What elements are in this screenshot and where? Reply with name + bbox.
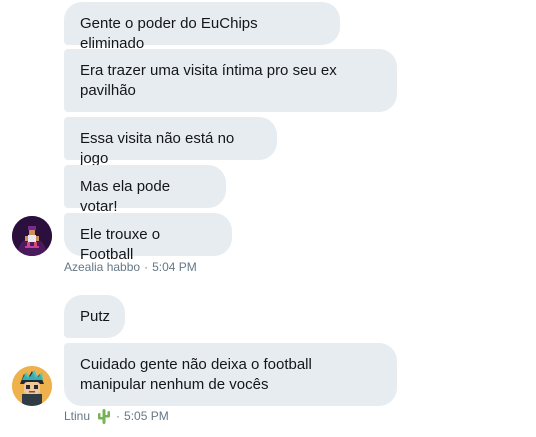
message-text: Ele trouxe o Football: [80, 226, 161, 263]
message-meta: Azealia habbo · 5:04 PM: [64, 260, 197, 274]
message-bubble[interactable]: Mas ela pode votar!: [64, 165, 226, 215]
message-text: Putz: [80, 308, 111, 325]
message-bubble[interactable]: Gente o poder do EuChips eliminado: [64, 2, 340, 52]
message-text: Essa visita não está no jogo: [80, 130, 235, 167]
avatar-image: [12, 366, 52, 406]
message-bubble[interactable]: Essa visita não está no jogo: [64, 117, 277, 167]
avatar[interactable]: [12, 366, 52, 406]
avatar[interactable]: [12, 216, 52, 256]
timestamp: 5:04 PM: [152, 260, 197, 274]
message-bubble[interactable]: Era trazer uma visita íntima pro seu ex …: [64, 49, 397, 112]
message-meta: Ltinu · 5:05 PM: [64, 408, 169, 424]
timestamp: 5:05 PM: [124, 409, 169, 423]
message-text: Era trazer uma visita íntima pro seu ex …: [80, 62, 337, 99]
message-bubble[interactable]: Putz: [64, 295, 125, 338]
message-text: Cuidado gente não deixa o football manip…: [80, 356, 312, 393]
meta-separator: ·: [116, 409, 121, 423]
message-text: Gente o poder do EuChips eliminado: [80, 15, 258, 52]
message-text: Mas ela pode votar!: [80, 178, 171, 215]
message-bubble[interactable]: Cuidado gente não deixa o football manip…: [64, 343, 397, 406]
avatar-image: [12, 216, 52, 256]
cactus-icon: [96, 408, 112, 424]
message-bubble[interactable]: Ele trouxe o Football: [64, 213, 232, 263]
sender-name[interactable]: Ltinu: [64, 409, 90, 423]
meta-separator: ·: [144, 260, 149, 274]
sender-name[interactable]: Azealia habbo: [64, 260, 140, 274]
